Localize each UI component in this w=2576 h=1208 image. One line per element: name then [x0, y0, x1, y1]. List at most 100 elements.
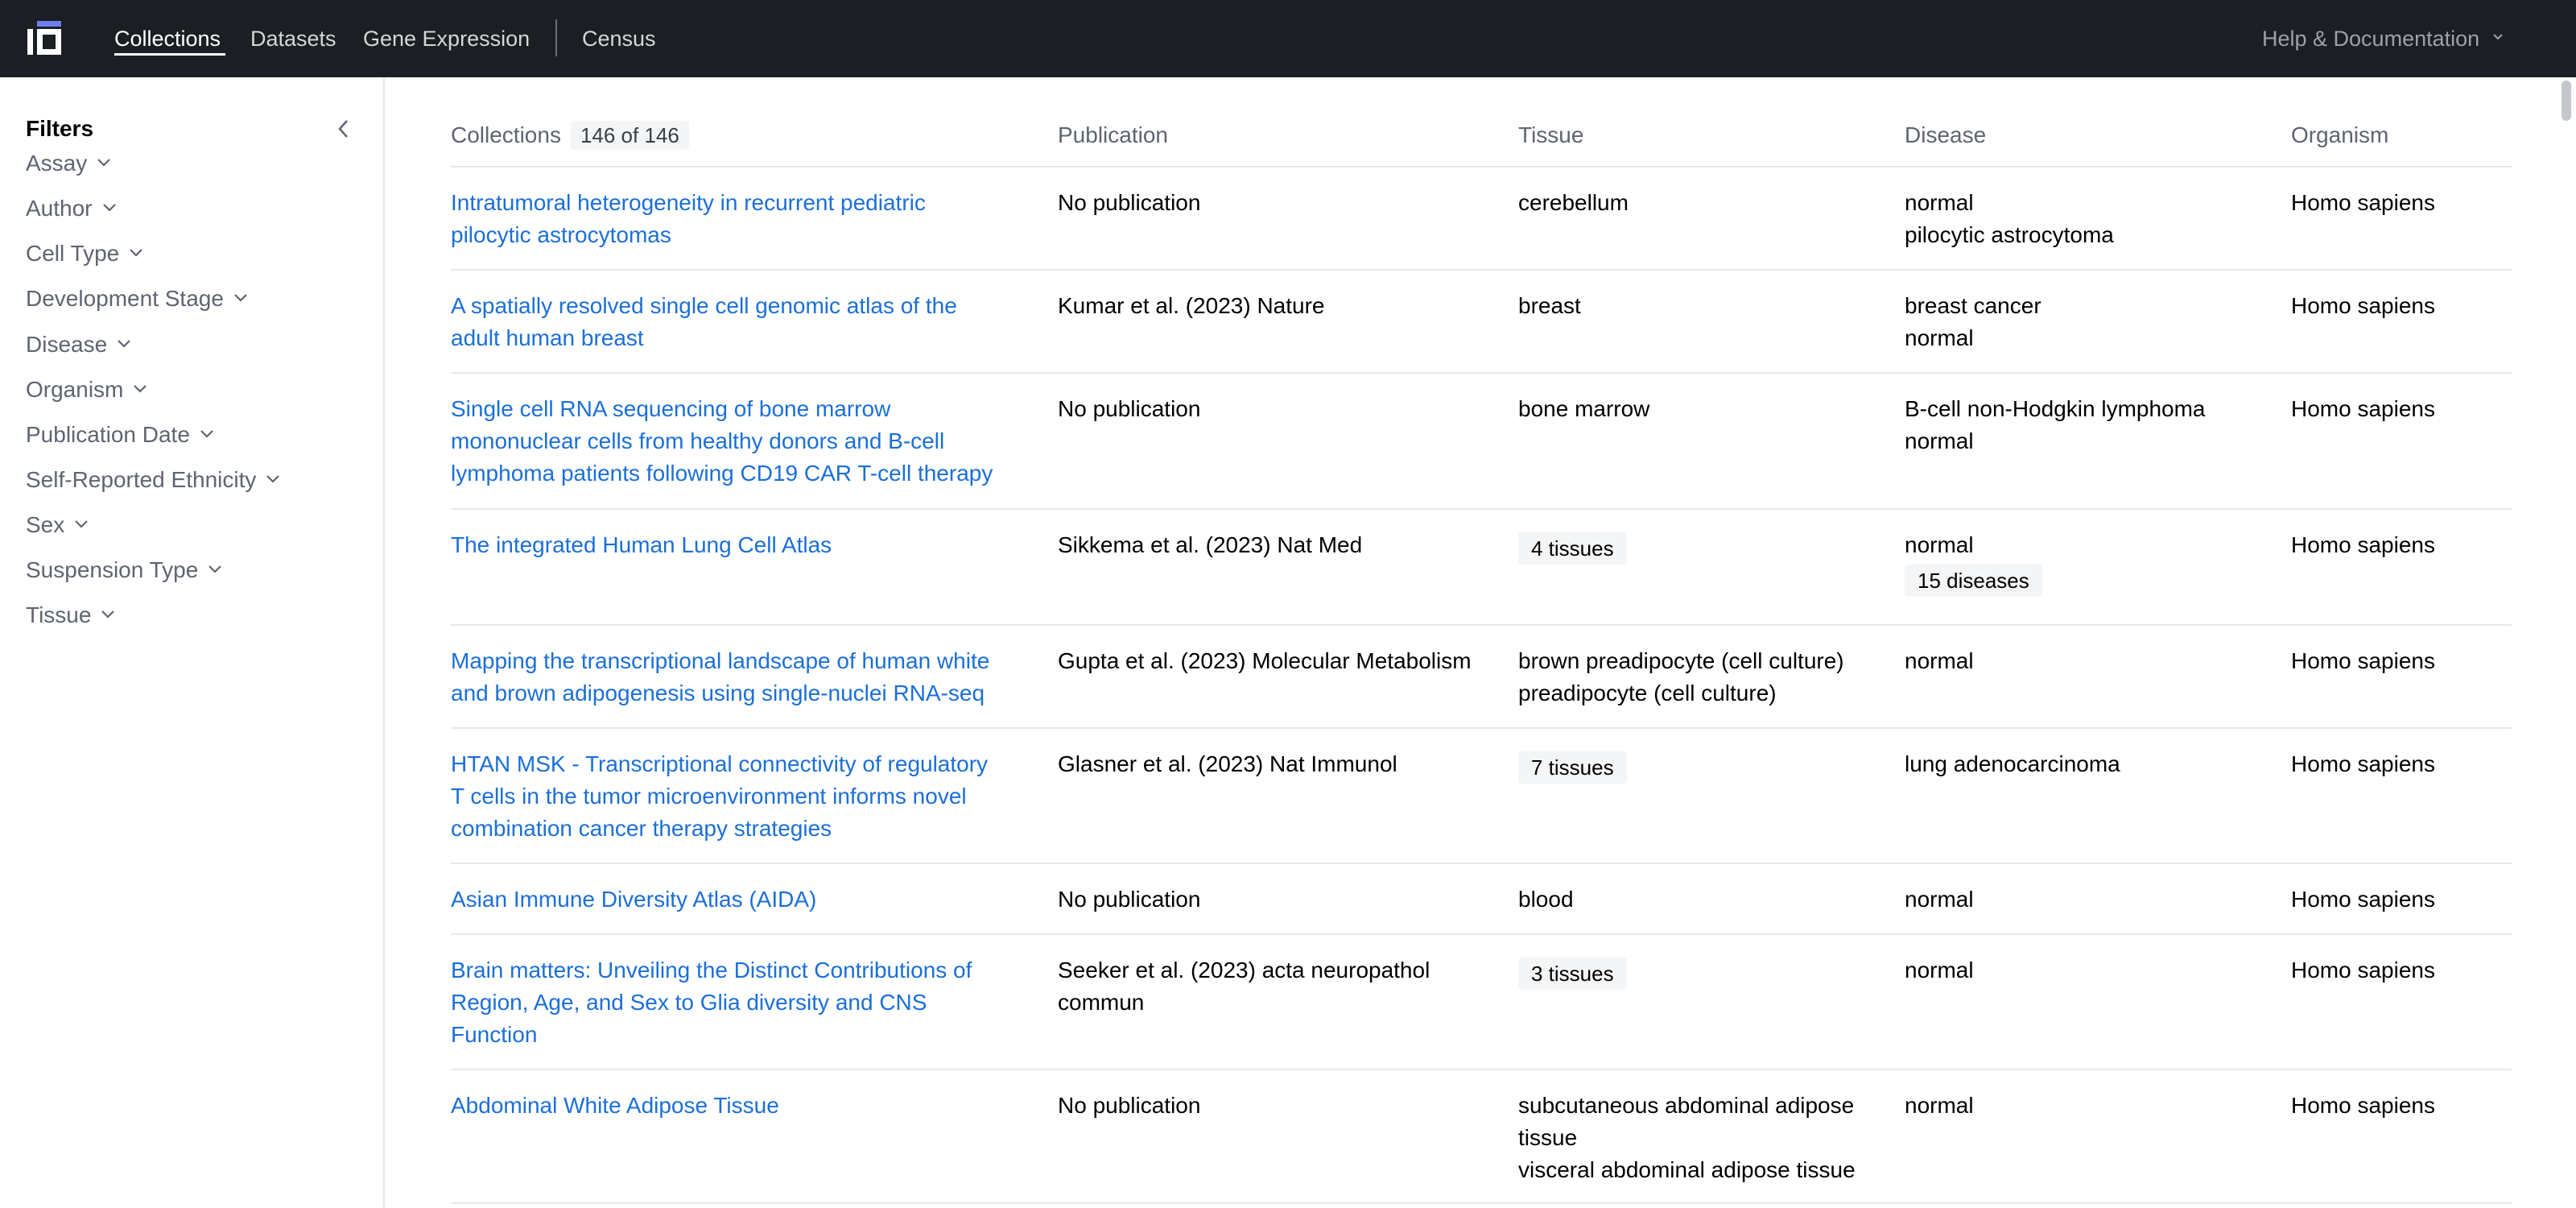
top-nav: Collections Datasets Gene Expression Cen… [0, 0, 2576, 77]
collection-title-line: Asian Immune Diversity Atlas (AIDA) [451, 887, 817, 912]
organism-label: Homo sapiens [2291, 190, 2435, 215]
disease-cell: normal pilocytic astrocytoma [1905, 187, 2283, 251]
disease-cell: normal [1905, 645, 2283, 677]
row-divider [451, 727, 2512, 729]
publication-cell: Sikkema et al. (2023) Nat Med [1058, 529, 1509, 561]
cellxgene-logo-icon[interactable] [26, 19, 63, 56]
filter-publication-date[interactable]: Publication Date [26, 419, 214, 451]
tissue-cell: breast [1518, 290, 1897, 322]
tissue-cell: bone marrow [1518, 393, 1897, 425]
column-header-tissue[interactable]: Tissue [1518, 121, 1583, 150]
disease-line: normal [1905, 1093, 1974, 1118]
tissue-cell: 3 tissues [1518, 954, 1897, 990]
disease-line: normal [1905, 648, 1974, 673]
column-header-collections[interactable]: Collections 146 of 146 [451, 121, 689, 150]
organism-cell: Homo sapiens [2291, 748, 2533, 780]
disease-line: normal [1905, 190, 1974, 215]
filter-author[interactable]: Author [26, 192, 117, 225]
filter-tissue[interactable]: Tissue [26, 599, 115, 631]
collection-link[interactable]: The integrated Human Lung Cell Atlas [451, 529, 1046, 561]
collection-title-line: and brown adipogenesis using single-nucl… [451, 681, 985, 705]
tissue-line: subcutaneous abdominal adipose [1518, 1093, 1855, 1118]
collection-title-line: lymphoma patients following CD19 CAR T-c… [451, 461, 993, 486]
organism-cell: Homo sapiens [2291, 645, 2533, 677]
tissue-line: preadipocyte (cell culture) [1518, 681, 1777, 705]
chevron-down-icon [2493, 34, 2503, 40]
collection-title-line: The integrated Human Lung Cell Atlas [451, 532, 832, 557]
tissue-count-tag[interactable]: 3 tissues [1518, 958, 1627, 990]
filter-label: Tissue [26, 602, 92, 627]
nav-active-underline [114, 53, 225, 56]
publication-line: No publication [1058, 190, 1201, 215]
filter-label: Self-Reported Ethnicity [26, 467, 257, 492]
header-divider [451, 166, 2512, 168]
filter-organism[interactable]: Organism [26, 374, 147, 406]
tissue-count-tag[interactable]: 7 tissues [1518, 751, 1627, 784]
chevron-down-icon [75, 520, 89, 528]
filter-sex[interactable]: Sex [26, 509, 89, 541]
row-divider [451, 624, 2512, 626]
collection-link[interactable]: A spatially resolved single cell genomic… [451, 290, 1046, 354]
collection-link[interactable]: Mapping the transcriptional landscape of… [451, 645, 1046, 709]
nav-census[interactable]: Census [582, 24, 656, 53]
collection-title-line: mononuclear cells from healthy donors an… [451, 428, 945, 453]
collection-link[interactable]: Brain matters: Unveiling the Distinct Co… [451, 954, 1046, 1051]
filter-self-reported-ethnicity[interactable]: Self-Reported Ethnicity [26, 464, 280, 496]
collection-title-line: Function [451, 1022, 538, 1047]
tissue-count-tag[interactable]: 4 tissues [1518, 532, 1627, 565]
filter-development-stage[interactable]: Development Stage [26, 283, 248, 315]
organism-cell: Homo sapiens [2291, 290, 2533, 322]
scrollbar-thumb[interactable] [2562, 81, 2571, 121]
filter-assay[interactable]: Assay [26, 147, 111, 180]
organism-label: Homo sapiens [2291, 751, 2435, 776]
nav-divider [555, 19, 557, 56]
disease-cell: breast cancer normal [1905, 290, 2283, 354]
collection-title-line: Region, Age, and Sex to Glia diversity a… [451, 990, 927, 1015]
nav-collections[interactable]: Collections [114, 24, 221, 53]
disease-cell: normal [1905, 1090, 2283, 1122]
tissue-line: cerebellum [1518, 190, 1629, 215]
collection-link[interactable]: Abdominal White Adipose Tissue [451, 1090, 1046, 1122]
disease-line: normal [1905, 958, 1974, 983]
help-label: Help & Documentation [2262, 27, 2480, 51]
organism-cell: Homo sapiens [2291, 187, 2533, 219]
publication-cell: Gupta et al. (2023) Molecular Metabolism [1058, 645, 1509, 677]
filter-label: Author [26, 196, 93, 221]
collection-link[interactable]: Intratumoral heterogeneity in recurrent … [451, 187, 1046, 251]
disease-cell: normal [1905, 883, 2283, 916]
help-documentation-menu[interactable]: Help & Documentation [2262, 24, 2504, 53]
collection-title-line: HTAN MSK - Transcriptional connectivity … [451, 751, 989, 776]
publication-cell: No publication [1058, 1090, 1509, 1122]
column-header-disease[interactable]: Disease [1905, 121, 1986, 150]
row-divider [451, 508, 2512, 510]
collection-title-line: Brain matters: Unveiling the Distinct Co… [451, 958, 972, 983]
disease-line: breast cancer [1905, 293, 2041, 318]
collection-link[interactable]: Single cell RNA sequencing of bone marro… [451, 393, 1046, 490]
publication-cell: No publication [1058, 393, 1509, 425]
filter-suspension-type[interactable]: Suspension Type [26, 554, 222, 586]
column-header-publication[interactable]: Publication [1058, 121, 1168, 150]
chevron-down-icon [97, 159, 111, 167]
publication-line: Sikkema et al. (2023) Nat Med [1058, 532, 1363, 557]
nav-gene-expression[interactable]: Gene Expression [363, 24, 530, 53]
disease-cell: normal [1905, 954, 2283, 987]
collections-header-label: Collections [451, 122, 561, 147]
chevron-down-icon [101, 610, 115, 618]
chevron-left-icon[interactable] [335, 118, 353, 140]
tissue-line: bone marrow [1518, 396, 1650, 421]
collection-link[interactable]: Asian Immune Diversity Atlas (AIDA) [451, 883, 1046, 916]
filter-disease[interactable]: Disease [26, 329, 131, 361]
filter-cell-type[interactable]: Cell Type [26, 238, 143, 270]
publication-line: Seeker et al. (2023) acta neuropathol [1058, 958, 1430, 983]
chevron-down-icon [102, 204, 116, 212]
tissue-cell: subcutaneous abdominal adipose tissue visc… [1518, 1090, 1897, 1186]
column-header-organism[interactable]: Organism [2291, 121, 2388, 150]
tissue-line: blood [1518, 887, 1574, 912]
publication-cell: No publication [1058, 883, 1509, 916]
publication-line: No publication [1058, 396, 1201, 421]
collection-link[interactable]: HTAN MSK - Transcriptional connectivity … [451, 748, 1046, 845]
nav-datasets[interactable]: Datasets [250, 24, 336, 53]
organism-cell: Homo sapiens [2291, 1090, 2533, 1122]
disease-count-tag[interactable]: 15 diseases [1905, 565, 2042, 597]
chevron-down-icon [130, 249, 142, 257]
